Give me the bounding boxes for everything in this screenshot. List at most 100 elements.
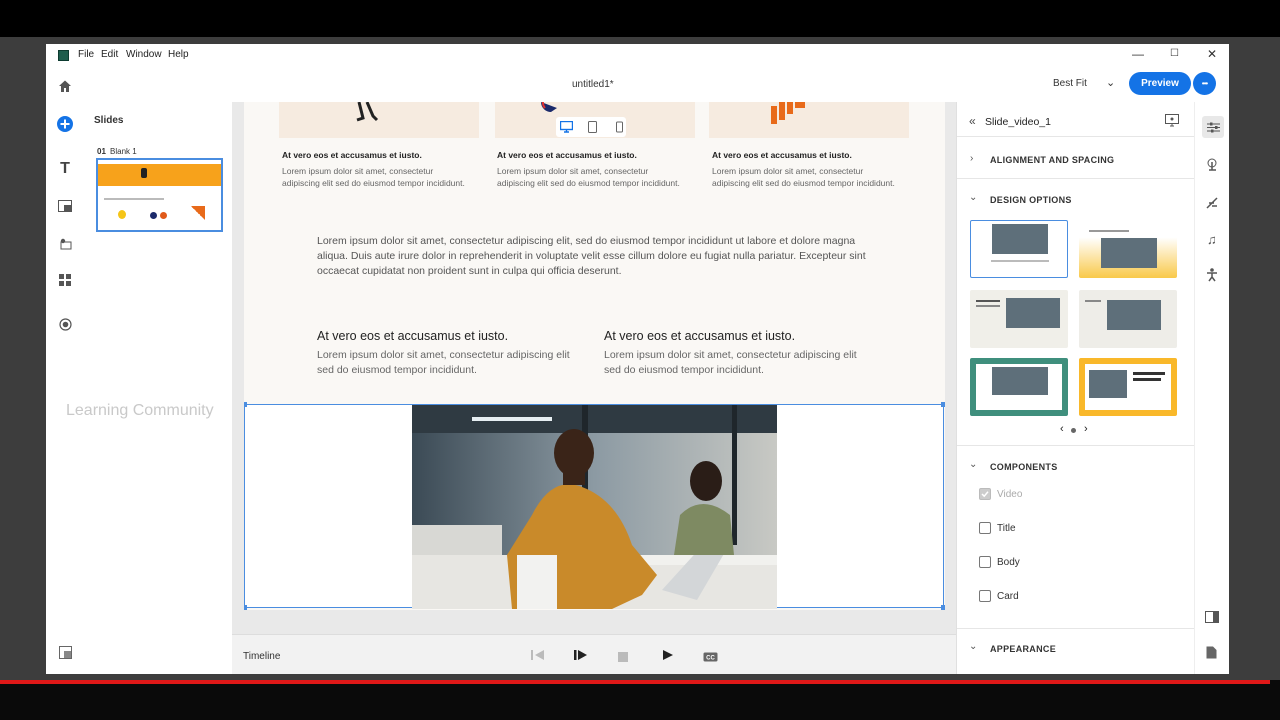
resize-handle[interactable] xyxy=(941,402,945,407)
thumbnail-dot xyxy=(160,212,167,219)
slide-settings-icon[interactable] xyxy=(1165,114,1179,132)
mobile-icon[interactable] xyxy=(616,120,623,138)
menu-edit[interactable]: Edit xyxy=(101,49,118,60)
carousel-prev-icon[interactable]: ‹ xyxy=(1060,423,1064,435)
text-column: At vero eos et accusamus et iusto. Lorem… xyxy=(604,329,874,378)
thumbnail-text-line xyxy=(104,198,164,200)
menu-window[interactable]: Window xyxy=(126,49,162,60)
slides-panel: Slides 01 Blank 1 xyxy=(84,102,233,674)
design-preview-video xyxy=(992,224,1048,254)
audio-icon[interactable]: ♫ xyxy=(1207,232,1217,247)
menu-help[interactable]: Help xyxy=(168,49,189,60)
body-checkbox[interactable] xyxy=(979,556,991,568)
resize-handle[interactable] xyxy=(244,605,247,610)
slide-thumbnail[interactable] xyxy=(96,158,223,232)
card: At vero eos et accusamus et iusto. Lorem… xyxy=(497,150,687,189)
record-icon[interactable] xyxy=(55,314,75,334)
design-option-3[interactable] xyxy=(970,290,1068,348)
chevron-down-icon[interactable]: ⌄ xyxy=(969,641,977,652)
text-column: At vero eos et accusamus et iusto. Lorem… xyxy=(317,329,587,378)
accessibility-icon[interactable] xyxy=(1206,268,1218,287)
design-option-5[interactable] xyxy=(970,358,1068,416)
carousel-next-icon[interactable]: › xyxy=(1084,423,1088,435)
title-checkbox-label[interactable]: Title xyxy=(997,523,1016,534)
properties-sliders-icon[interactable] xyxy=(1202,116,1224,138)
menu-file[interactable]: File xyxy=(78,49,94,60)
chevron-down-icon[interactable]: ⌄ xyxy=(969,459,977,470)
section-components[interactable]: COMPONENTS xyxy=(990,462,1058,472)
card-checkbox[interactable] xyxy=(979,590,991,602)
play-icon[interactable] xyxy=(662,648,674,666)
skip-back-icon[interactable] xyxy=(531,648,545,666)
more-options-button[interactable]: ••• xyxy=(1193,72,1216,95)
title-checkbox[interactable] xyxy=(979,522,991,534)
add-icon[interactable] xyxy=(55,114,75,134)
preview-button[interactable]: Preview xyxy=(1129,72,1191,95)
close-icon[interactable]: ✕ xyxy=(1207,47,1217,61)
thumbnail-banner xyxy=(98,164,221,186)
resize-handle[interactable] xyxy=(244,402,247,407)
video-bottom-letterbox xyxy=(0,680,1280,720)
chevron-down-icon[interactable]: ⌄ xyxy=(1106,76,1115,89)
collapse-panel-icon[interactable]: « xyxy=(969,114,976,128)
design-preview-video xyxy=(1107,300,1161,330)
card-body: Lorem ipsum dolor sit amet, consectetur … xyxy=(497,166,680,188)
closed-captions-icon[interactable]: CC xyxy=(703,649,718,667)
widgets-icon[interactable] xyxy=(55,270,75,290)
video-component[interactable] xyxy=(244,402,945,610)
home-icon[interactable] xyxy=(55,76,75,96)
text-tool-icon[interactable]: T xyxy=(55,159,75,179)
card: At vero eos et accusamus et iusto. Lorem… xyxy=(282,150,472,189)
minimize-icon[interactable]: — xyxy=(1132,47,1144,61)
card-title: At vero eos et accusamus et iusto. xyxy=(282,150,422,160)
card-body: Lorem ipsum dolor sit amet, consectetur … xyxy=(712,166,895,188)
section-design-options[interactable]: DESIGN OPTIONS xyxy=(990,195,1072,205)
divider xyxy=(957,178,1195,179)
thumbnail-figure xyxy=(141,168,147,178)
watermark-text: Learning Community xyxy=(66,402,214,419)
column-body: Lorem ipsum dolor sit amet, consectetur … xyxy=(317,349,570,376)
right-toolbar: ♫ xyxy=(1194,102,1229,674)
chevron-down-icon[interactable]: ⌄ xyxy=(969,192,977,203)
tablet-icon[interactable] xyxy=(588,120,597,138)
slides-panel-title: Slides xyxy=(94,115,124,126)
design-preview-video xyxy=(1006,298,1060,328)
thumbnail-chart xyxy=(191,206,205,220)
design-option-2[interactable] xyxy=(1079,220,1177,278)
play-from-start-icon[interactable] xyxy=(574,648,588,666)
animation-icon[interactable] xyxy=(1206,196,1219,214)
desktop-icon[interactable] xyxy=(559,120,574,133)
timeline-label: Timeline xyxy=(243,651,281,662)
video-progress-bar[interactable] xyxy=(0,680,1270,684)
column-title: At vero eos et accusamus et iusto. xyxy=(317,329,509,343)
design-preview-line xyxy=(1133,372,1165,375)
interaction-touch-icon[interactable] xyxy=(1206,158,1219,177)
panel-layout-icon[interactable] xyxy=(1205,610,1219,628)
slide-canvas[interactable]: At vero eos et accusamus et iusto. Lorem… xyxy=(244,102,945,610)
resize-handle[interactable] xyxy=(941,605,945,610)
stop-icon[interactable] xyxy=(618,649,628,667)
timeline-bar: Timeline CC xyxy=(232,634,956,674)
interactions-icon[interactable] xyxy=(55,234,75,254)
design-option-6[interactable] xyxy=(1079,358,1177,416)
column-body: Lorem ipsum dolor sit amet, consectetur … xyxy=(604,349,857,376)
design-option-4[interactable] xyxy=(1079,290,1177,348)
chevron-right-icon[interactable]: › xyxy=(970,153,973,164)
carousel-dot[interactable] xyxy=(1071,428,1076,433)
assets-panel-icon[interactable] xyxy=(55,642,75,662)
divider xyxy=(957,445,1195,446)
section-appearance[interactable]: APPEARANCE xyxy=(990,644,1056,654)
card-checkbox-label[interactable]: Card xyxy=(997,591,1019,602)
body-checkbox-label[interactable]: Body xyxy=(997,557,1020,568)
section-alignment[interactable]: ALIGNMENT AND SPACING xyxy=(990,155,1114,165)
canvas-area: At vero eos et accusamus et iusto. Lorem… xyxy=(232,102,956,634)
zoom-fit-select[interactable]: Best Fit xyxy=(1053,78,1087,89)
maximize-icon[interactable]: ☐ xyxy=(1170,48,1179,59)
document-icon[interactable] xyxy=(1206,646,1217,664)
design-preview-line xyxy=(991,260,1049,262)
media-icon[interactable] xyxy=(55,196,75,216)
column-title: At vero eos et accusamus et iusto. xyxy=(604,329,796,343)
video-checkbox-label: Video xyxy=(997,489,1023,500)
svg-text:CC: CC xyxy=(706,656,715,662)
design-option-1[interactable] xyxy=(970,220,1068,278)
